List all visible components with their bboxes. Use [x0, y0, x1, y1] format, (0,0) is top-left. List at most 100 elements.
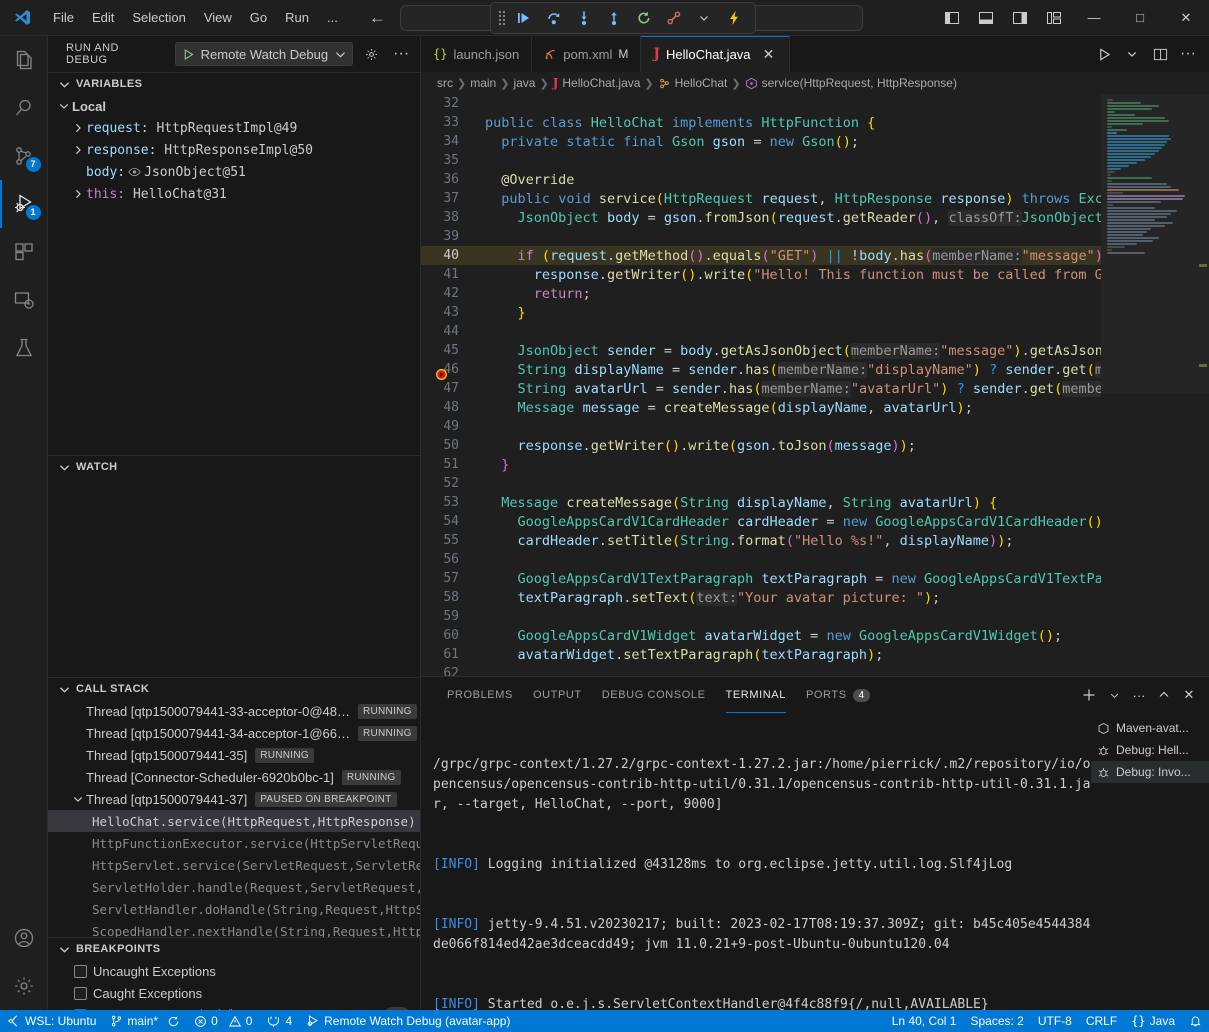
breakpoint-row[interactable]: Uncaught Exceptions	[48, 960, 420, 982]
callstack-frame[interactable]: ServletHandler.doHandle(String,Request,H…	[48, 898, 420, 920]
status-encoding[interactable]: UTF-8	[1031, 1010, 1079, 1032]
tab-debug-console[interactable]: DEBUG CONSOLE	[592, 677, 716, 713]
breadcrumb-main[interactable]: main	[470, 76, 496, 90]
status-branch[interactable]: main*	[103, 1010, 187, 1032]
chevron-down-icon[interactable]	[1102, 683, 1126, 707]
customize-layout-icon[interactable]	[1037, 1, 1071, 35]
breadcrumb[interactable]: src ❯ main ❯ java ❯ J HelloChat.java ❯ H…	[421, 72, 1209, 94]
breakpoints-header[interactable]: BREAKPOINTS	[48, 938, 420, 960]
more-icon[interactable]: ···	[1127, 683, 1151, 707]
sync-icon[interactable]	[167, 1015, 180, 1028]
callstack-header[interactable]: CALL STACK	[48, 678, 420, 700]
chevron-down-icon[interactable]	[56, 101, 72, 111]
continue-icon[interactable]	[511, 6, 537, 30]
code-content[interactable]: 32 33public class HelloChat implements H…	[421, 94, 1101, 676]
gear-icon[interactable]	[361, 43, 383, 65]
menu-selection[interactable]: Selection	[123, 6, 194, 29]
callstack-frame[interactable]: HelloChat.service(HttpRequest,HttpRespon…	[48, 810, 420, 832]
arrow-left-icon[interactable]: ←	[369, 9, 386, 26]
window-close-button[interactable]: ✕	[1163, 0, 1209, 36]
menu-go[interactable]: Go	[241, 6, 276, 29]
breadcrumb-file[interactable]: HelloChat.java	[562, 76, 640, 90]
status-language-mode[interactable]: {} Java	[1124, 1010, 1182, 1032]
activity-run-and-debug[interactable]: 1	[0, 180, 48, 228]
tab-hellochat-java[interactable]: J HelloChat.java ✕	[641, 36, 789, 72]
menu-view[interactable]: View	[195, 6, 241, 29]
tab-terminal[interactable]: TERMINAL	[716, 677, 796, 713]
status-remote[interactable]: WSL: Ubuntu	[0, 1010, 103, 1032]
status-problems[interactable]: 0 0	[187, 1010, 259, 1032]
tab-ports[interactable]: PORTS 4	[796, 677, 880, 713]
activity-source-control[interactable]: 7	[0, 132, 48, 180]
step-out-icon[interactable]	[601, 6, 627, 30]
chevron-down-icon[interactable]	[56, 76, 72, 92]
activity-explorer[interactable]	[0, 36, 48, 84]
breakpoint-row[interactable]: Caught Exceptions	[48, 982, 420, 1004]
menu-more[interactable]: ...	[318, 6, 347, 29]
chevron-right-icon[interactable]	[70, 145, 86, 155]
terminal-list-item[interactable]: Debug: Hell...	[1091, 739, 1209, 761]
variable-row[interactable]: response: HttpResponseImpl@50	[48, 139, 420, 161]
terminal-output[interactable]: /grpc/grpc-context/1.27.2/grpc-context-1…	[421, 713, 1091, 1010]
step-into-icon[interactable]	[571, 6, 597, 30]
drag-handle-icon[interactable]	[499, 11, 505, 25]
start-debug-icon[interactable]	[182, 48, 195, 61]
chevron-down-icon[interactable]	[56, 681, 72, 697]
run-icon[interactable]	[1091, 41, 1117, 67]
status-debug-session[interactable]: Remote Watch Debug (avatar-app)	[299, 1010, 517, 1032]
toggle-primary-sidebar-icon[interactable]	[935, 1, 969, 35]
callstack-frame[interactable]: HttpServlet.service(ServletRequest,Servl…	[48, 854, 420, 876]
activity-testing[interactable]	[0, 324, 48, 372]
breakpoint-checkbox[interactable]	[74, 965, 87, 978]
menu-run[interactable]: Run	[276, 6, 318, 29]
variable-row[interactable]: this: HelloChat@31	[48, 183, 420, 205]
window-maximize-button[interactable]: □	[1117, 0, 1163, 36]
step-over-icon[interactable]	[541, 6, 567, 30]
chevron-up-icon[interactable]	[1152, 683, 1176, 707]
chevron-down-icon[interactable]	[56, 459, 72, 475]
callstack-thread[interactable]: Thread [qtp1500079441-34-acceptor-1@66… …	[48, 722, 420, 744]
menu-edit[interactable]: Edit	[83, 6, 123, 29]
menu-file[interactable]: File	[44, 6, 83, 29]
breadcrumb-src[interactable]: src	[437, 76, 453, 90]
activity-extensions[interactable]	[0, 228, 48, 276]
variables-scope-local[interactable]: Local	[48, 95, 420, 117]
breadcrumb-method[interactable]: service(HttpRequest, HttpResponse)	[762, 76, 957, 90]
menu-bar[interactable]: File Edit Selection View Go Run ...	[44, 6, 347, 29]
more-icon[interactable]: ···	[1175, 41, 1201, 67]
chevron-down-icon[interactable]	[1119, 41, 1145, 67]
callstack-frame[interactable]: ServletHolder.handle(Request,ServletRequ…	[48, 876, 420, 898]
debug-toolbar[interactable]	[490, 2, 756, 34]
callstack-body[interactable]: Thread [qtp1500079441-33-acceptor-0@48… …	[48, 700, 420, 937]
chevron-right-icon[interactable]	[70, 123, 86, 133]
activity-search[interactable]	[0, 84, 48, 132]
chevron-down-icon[interactable]	[335, 49, 346, 60]
window-minimize-button[interactable]: —	[1071, 0, 1117, 36]
breadcrumb-class[interactable]: HelloChat	[675, 76, 728, 90]
variables-body[interactable]: Local request: HttpRequestImpl@49	[48, 95, 420, 455]
restart-icon[interactable]	[631, 6, 657, 30]
callstack-thread[interactable]: Thread [Connector-Scheduler-6920b0bc-1] …	[48, 766, 420, 788]
status-indentation[interactable]: Spaces: 2	[963, 1010, 1030, 1032]
watch-header[interactable]: WATCH	[48, 456, 420, 478]
close-icon[interactable]: ✕	[761, 46, 777, 63]
callstack-thread[interactable]: Thread [qtp1500079441-33-acceptor-0@48… …	[48, 700, 420, 722]
editor-minimap[interactable]	[1101, 94, 1209, 676]
chevron-down-icon[interactable]	[70, 794, 86, 804]
activity-manage-gear[interactable]	[0, 962, 48, 1010]
tab-launch-json[interactable]: {} launch.json	[421, 36, 532, 72]
status-ports[interactable]: 4	[259, 1010, 299, 1032]
close-icon[interactable]: ✕	[1177, 683, 1201, 707]
toggle-panel-icon[interactable]	[969, 1, 1003, 35]
activity-accounts[interactable]	[0, 914, 48, 962]
more-icon[interactable]: ···	[390, 43, 412, 65]
callstack-thread[interactable]: Thread [qtp1500079441-35] RUNNING	[48, 744, 420, 766]
variable-row[interactable]: request: HttpRequestImpl@49	[48, 117, 420, 139]
chevron-down-icon[interactable]	[56, 941, 72, 957]
disconnect-icon[interactable]	[661, 6, 687, 30]
status-cursor-position[interactable]: Ln 40, Col 1	[885, 1010, 964, 1032]
code-editor[interactable]: 32 33public class HelloChat implements H…	[421, 94, 1209, 676]
breakpoint-glyph-icon[interactable]	[435, 368, 449, 382]
callstack-thread-paused[interactable]: Thread [qtp1500079441-37] PAUSED ON BREA…	[48, 788, 420, 810]
variable-row[interactable]: body: JsonObject@51	[48, 161, 420, 183]
